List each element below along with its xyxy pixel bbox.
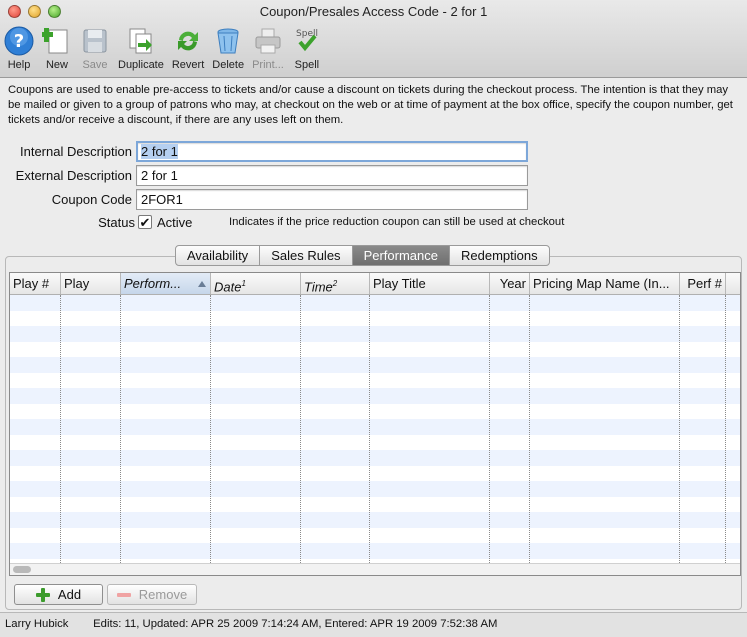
- coupon-code-label: Coupon Code: [51, 192, 132, 207]
- table-row[interactable]: [10, 528, 740, 544]
- external-description-label: External Description: [15, 168, 132, 183]
- delete-button[interactable]: Delete: [208, 26, 248, 76]
- svg-text:?: ?: [14, 31, 24, 52]
- print-button[interactable]: Print...: [248, 26, 288, 76]
- table-row[interactable]: [10, 326, 740, 342]
- trash-can-icon: [213, 26, 243, 56]
- table-row[interactable]: [10, 404, 740, 420]
- new-button[interactable]: New: [38, 26, 76, 76]
- duplicate-button[interactable]: Duplicate: [114, 26, 168, 76]
- save-disk-icon: [80, 26, 110, 56]
- window-title: Coupon/Presales Access Code - 2 for 1: [259, 4, 488, 19]
- status-bar: Larry Hubick Edits: 11, Updated: APR 25 …: [0, 612, 747, 637]
- duplicate-icon: [126, 26, 156, 56]
- minus-icon: [116, 592, 131, 597]
- active-label[interactable]: Active: [157, 215, 192, 230]
- tab-bar: Availability Sales Rules Performance Red…: [175, 245, 550, 266]
- remove-button[interactable]: Remove: [107, 584, 197, 605]
- column-header-date[interactable]: Date1: [211, 273, 301, 294]
- revert-button[interactable]: Revert: [168, 26, 208, 76]
- add-button-label: Add: [57, 587, 82, 602]
- internal-description-field[interactable]: 2 for 1: [136, 141, 528, 162]
- table-row[interactable]: [10, 512, 740, 528]
- coupon-code-row: Coupon Code 2FOR1: [0, 189, 747, 211]
- column-header-year[interactable]: Year: [490, 273, 530, 294]
- tab-sales-rules[interactable]: Sales Rules: [260, 246, 353, 265]
- table-row[interactable]: [10, 295, 740, 311]
- table-row[interactable]: [10, 497, 740, 513]
- tab-availability[interactable]: Availability: [176, 246, 261, 265]
- save-label: Save: [82, 59, 108, 71]
- delete-label: Delete: [212, 59, 245, 71]
- status-user: Larry Hubick: [5, 618, 69, 630]
- coupon-code-field[interactable]: 2FOR1: [136, 189, 528, 210]
- help-icon: ?: [4, 26, 34, 56]
- printer-icon: [253, 26, 283, 56]
- table-header: Play # Play Perform... Date1 Time2 Play …: [10, 273, 740, 295]
- table-row[interactable]: [10, 373, 740, 389]
- status-note: Indicates if the price reduction coupon …: [229, 216, 565, 228]
- revert-arrows-icon: [173, 26, 203, 56]
- table-row[interactable]: [10, 311, 740, 327]
- performance-table[interactable]: Play # Play Perform... Date1 Time2 Play …: [9, 272, 741, 576]
- table-row[interactable]: [10, 419, 740, 435]
- revert-label: Revert: [171, 59, 205, 71]
- spell-label: Spell: [294, 59, 320, 71]
- table-body[interactable]: [10, 295, 740, 565]
- table-row[interactable]: [10, 388, 740, 404]
- column-header-perf-number[interactable]: Perf #: [680, 273, 726, 294]
- checkmark-icon: ✔: [139, 214, 151, 230]
- new-label: New: [45, 59, 68, 71]
- spell-check-icon: Spell: [292, 26, 322, 56]
- column-header-performance[interactable]: Perform...: [121, 273, 211, 294]
- coupon-description-text: Coupons are used to enable pre-access to…: [8, 84, 733, 126]
- column-header-play-number[interactable]: Play #: [10, 273, 61, 294]
- remove-button-label: Remove: [138, 587, 188, 602]
- tab-redemptions[interactable]: Redemptions: [450, 246, 549, 265]
- table-row[interactable]: [10, 466, 740, 482]
- active-checkbox[interactable]: ✔: [138, 215, 152, 229]
- table-row[interactable]: [10, 543, 740, 559]
- internal-description-label: Internal Description: [20, 144, 132, 159]
- horizontal-scrollbar[interactable]: [10, 563, 740, 575]
- toolbar: ? Help New Save Duplicate Revert Delete …: [0, 26, 326, 76]
- help-label: Help: [7, 59, 31, 71]
- column-header-play-title[interactable]: Play Title: [370, 273, 490, 294]
- add-button[interactable]: Add: [14, 584, 103, 605]
- plus-icon: [35, 587, 50, 602]
- scrollbar-thumb[interactable]: [13, 566, 31, 573]
- status-row: Status ✔ Active Indicates if the price r…: [0, 213, 747, 233]
- spell-button[interactable]: Spell Spell: [288, 26, 326, 76]
- new-document-icon: [42, 26, 72, 56]
- table-row[interactable]: [10, 435, 740, 451]
- table-row[interactable]: [10, 342, 740, 358]
- column-header-time[interactable]: Time2: [301, 273, 370, 294]
- duplicate-label: Duplicate: [118, 59, 164, 71]
- external-description-field[interactable]: 2 for 1: [136, 165, 528, 186]
- external-description-row: External Description 2 for 1: [0, 165, 747, 187]
- tab-performance[interactable]: Performance: [352, 246, 450, 265]
- status-edit-info: Edits: 11, Updated: APR 25 2009 7:14:24 …: [93, 618, 498, 630]
- column-header-play[interactable]: Play: [61, 273, 121, 294]
- table-row[interactable]: [10, 481, 740, 497]
- help-button[interactable]: ? Help: [0, 26, 38, 76]
- save-button[interactable]: Save: [76, 26, 114, 76]
- window-titlebar: Coupon/Presales Access Code - 2 for 1 ? …: [0, 0, 747, 78]
- table-row[interactable]: [10, 357, 740, 373]
- column-header-pricing-map-name[interactable]: Pricing Map Name (In...: [530, 273, 680, 294]
- sort-ascending-icon: [198, 281, 206, 287]
- table-row[interactable]: [10, 450, 740, 466]
- status-label: Status: [98, 215, 135, 230]
- print-label: Print...: [252, 59, 284, 71]
- internal-description-row: Internal Description 2 for 1: [0, 141, 747, 163]
